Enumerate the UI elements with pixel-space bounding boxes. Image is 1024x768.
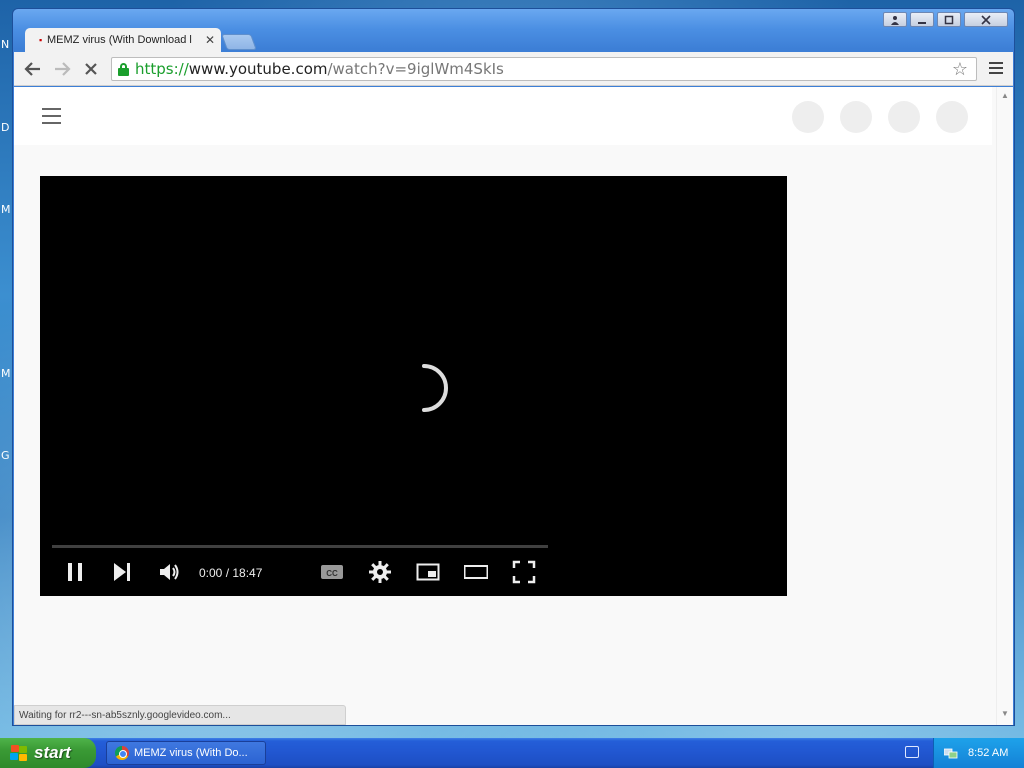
loading-favicon-icon: ▪: [39, 35, 43, 45]
stop-loading-button[interactable]: [81, 60, 101, 78]
miniplayer-button[interactable]: [416, 560, 440, 584]
settings-gear-icon[interactable]: [368, 560, 392, 584]
header-placeholder-circle: [840, 101, 872, 133]
system-tray: 8:52 AM: [933, 738, 1024, 768]
theater-mode-button[interactable]: [464, 560, 488, 584]
svg-text:CC: CC: [326, 569, 338, 578]
tab-title: MEMZ virus (With Download l: [47, 34, 192, 46]
forward-arrow-icon: [55, 62, 71, 76]
url-host: www.youtube.com: [188, 60, 328, 78]
desktop-icon-label[interactable]: G: [1, 449, 10, 462]
chrome-icon: [115, 746, 129, 760]
scroll-down-icon[interactable]: ▼: [1001, 709, 1009, 718]
new-tab-button[interactable]: [221, 34, 257, 50]
time-display: 0:00 / 18:47: [199, 566, 263, 580]
lock-icon: [118, 62, 129, 76]
browser-menu-icon[interactable]: [989, 62, 1003, 77]
network-icon[interactable]: [944, 747, 958, 759]
windows-logo-icon: [10, 745, 28, 761]
address-bar[interactable]: https://www.youtube.com/watch?v=9iglWm4S…: [111, 57, 977, 81]
page-scrollbar[interactable]: ▲ ▼: [996, 87, 1013, 725]
start-button[interactable]: start: [0, 738, 96, 768]
scroll-up-icon[interactable]: ▲: [1001, 91, 1009, 100]
desktop-icon-label[interactable]: M: [1, 203, 11, 216]
header-placeholder-circle: [936, 101, 968, 133]
pause-button[interactable]: [63, 560, 87, 584]
close-icon: [981, 14, 991, 25]
window-controls: [883, 12, 1008, 27]
site-header: [14, 87, 992, 145]
user-icon: [891, 15, 899, 25]
keyboard-icon[interactable]: [905, 746, 919, 758]
desktop-icon-label[interactable]: M: [1, 367, 11, 380]
next-button[interactable]: [110, 560, 134, 584]
minimize-button[interactable]: [910, 12, 934, 27]
browser-window: ▪ MEMZ virus (With Download l ✕ https://…: [12, 8, 1015, 726]
restore-icon: [944, 15, 954, 24]
minimize-icon: [918, 21, 926, 24]
close-window-button[interactable]: [964, 12, 1008, 27]
taskbar-item-browser[interactable]: MEMZ virus (With Do...: [106, 741, 266, 765]
header-placeholder-circle: [888, 101, 920, 133]
hamburger-menu-icon[interactable]: [42, 108, 61, 129]
url-path: /watch?v=9iglWm4SkIs: [327, 60, 504, 78]
clock[interactable]: 8:52 AM: [968, 747, 1008, 759]
header-placeholder-circle: [792, 101, 824, 133]
tab-close-icon[interactable]: ✕: [205, 33, 215, 47]
back-button[interactable]: [23, 60, 43, 78]
volume-button[interactable]: [157, 560, 181, 584]
loading-spinner-icon: [422, 364, 448, 412]
player-controls: 0:00 / 18:47 CC: [40, 554, 787, 590]
bookmark-star-icon[interactable]: ☆: [952, 59, 968, 80]
maximize-button[interactable]: [937, 12, 961, 27]
taskbar: start MEMZ virus (With Do... 8:52 AM: [0, 738, 1024, 768]
browser-toolbar: https://www.youtube.com/watch?v=9iglWm4S…: [14, 52, 1013, 86]
profile-button[interactable]: [883, 12, 907, 27]
fullscreen-button[interactable]: [512, 560, 536, 584]
forward-button[interactable]: [52, 60, 72, 78]
captions-button[interactable]: CC: [320, 560, 344, 584]
stop-icon: [85, 63, 97, 75]
desktop-icon-label[interactable]: N: [1, 38, 9, 51]
status-bubble: Waiting for rr2---sn-ab5sznly.googlevide…: [14, 705, 346, 725]
url-scheme: https://: [135, 60, 189, 78]
video-player[interactable]: 0:00 / 18:47 CC: [40, 176, 787, 596]
taskbar-item-label: MEMZ virus (With Do...: [134, 747, 248, 759]
tab-active[interactable]: ▪ MEMZ virus (With Download l ✕: [25, 28, 221, 52]
start-label: start: [34, 743, 71, 762]
desktop-icon-label[interactable]: D: [1, 121, 9, 134]
back-arrow-icon: [24, 62, 40, 76]
page-viewport: ▲ ▼ 0:00 / 18:47 CC: [14, 87, 1013, 725]
video-progress-bar[interactable]: [52, 545, 548, 548]
